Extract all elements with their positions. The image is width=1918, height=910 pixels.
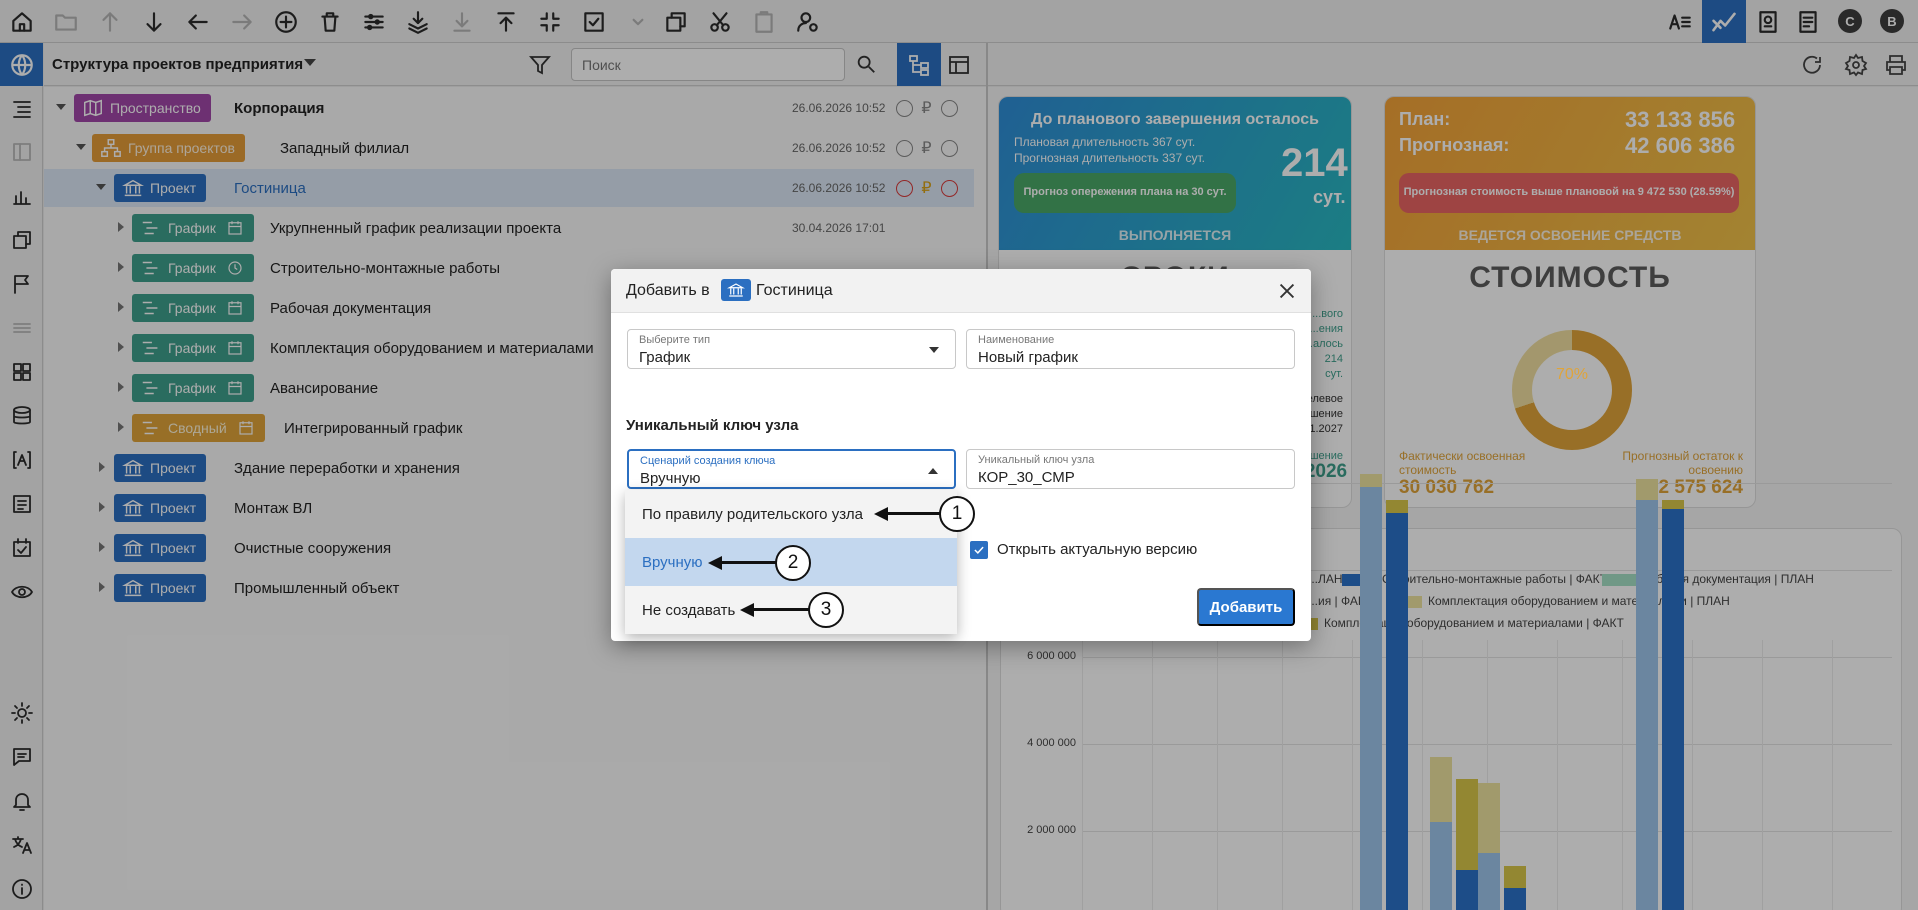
callout-line-2 (720, 561, 778, 564)
check-icon (974, 546, 984, 555)
key-label: Уникальный ключ узла (978, 454, 1095, 466)
scenario-label: Сценарий создания ключа (640, 455, 776, 467)
chevron-up-icon (928, 468, 938, 474)
scenario-value: Вручную (640, 470, 701, 487)
close-icon[interactable] (1276, 280, 1298, 302)
bank-icon (721, 279, 751, 301)
gauge-percent: 70% (1555, 366, 1589, 383)
type-label: Выберите тип (639, 334, 711, 346)
add-button[interactable]: Добавить (1197, 588, 1295, 626)
callout-line-1 (886, 512, 942, 515)
dialog-title: Добавить в (626, 282, 710, 299)
unique-key-field[interactable]: Уникальный ключ узла КОР_30_СМР (966, 449, 1295, 489)
dialog-target-node: Гостиница (756, 282, 833, 299)
open-version-label: Открыть актуальную версию (997, 541, 1198, 558)
callout-2: 2 (775, 545, 811, 581)
open-version-checkbox[interactable] (970, 541, 988, 559)
callout-3: 3 (808, 592, 844, 628)
callout-line-3 (752, 608, 810, 611)
callout-1: 1 (939, 496, 975, 532)
type-value: График (639, 349, 691, 366)
dialog-header: Добавить в Гостиница (611, 269, 1311, 313)
chevron-down-icon (929, 347, 939, 353)
name-field[interactable]: Наименование Новый график (966, 329, 1295, 369)
name-value: Новый график (978, 349, 1078, 366)
name-label: Наименование (978, 334, 1055, 346)
key-scenario-select[interactable]: Сценарий создания ключа Вручную (627, 449, 956, 489)
type-select[interactable]: Выберите тип График (627, 329, 956, 369)
unique-key-section: Уникальный ключ узла (626, 417, 799, 434)
key-value: КОР_30_СМР (978, 469, 1075, 486)
